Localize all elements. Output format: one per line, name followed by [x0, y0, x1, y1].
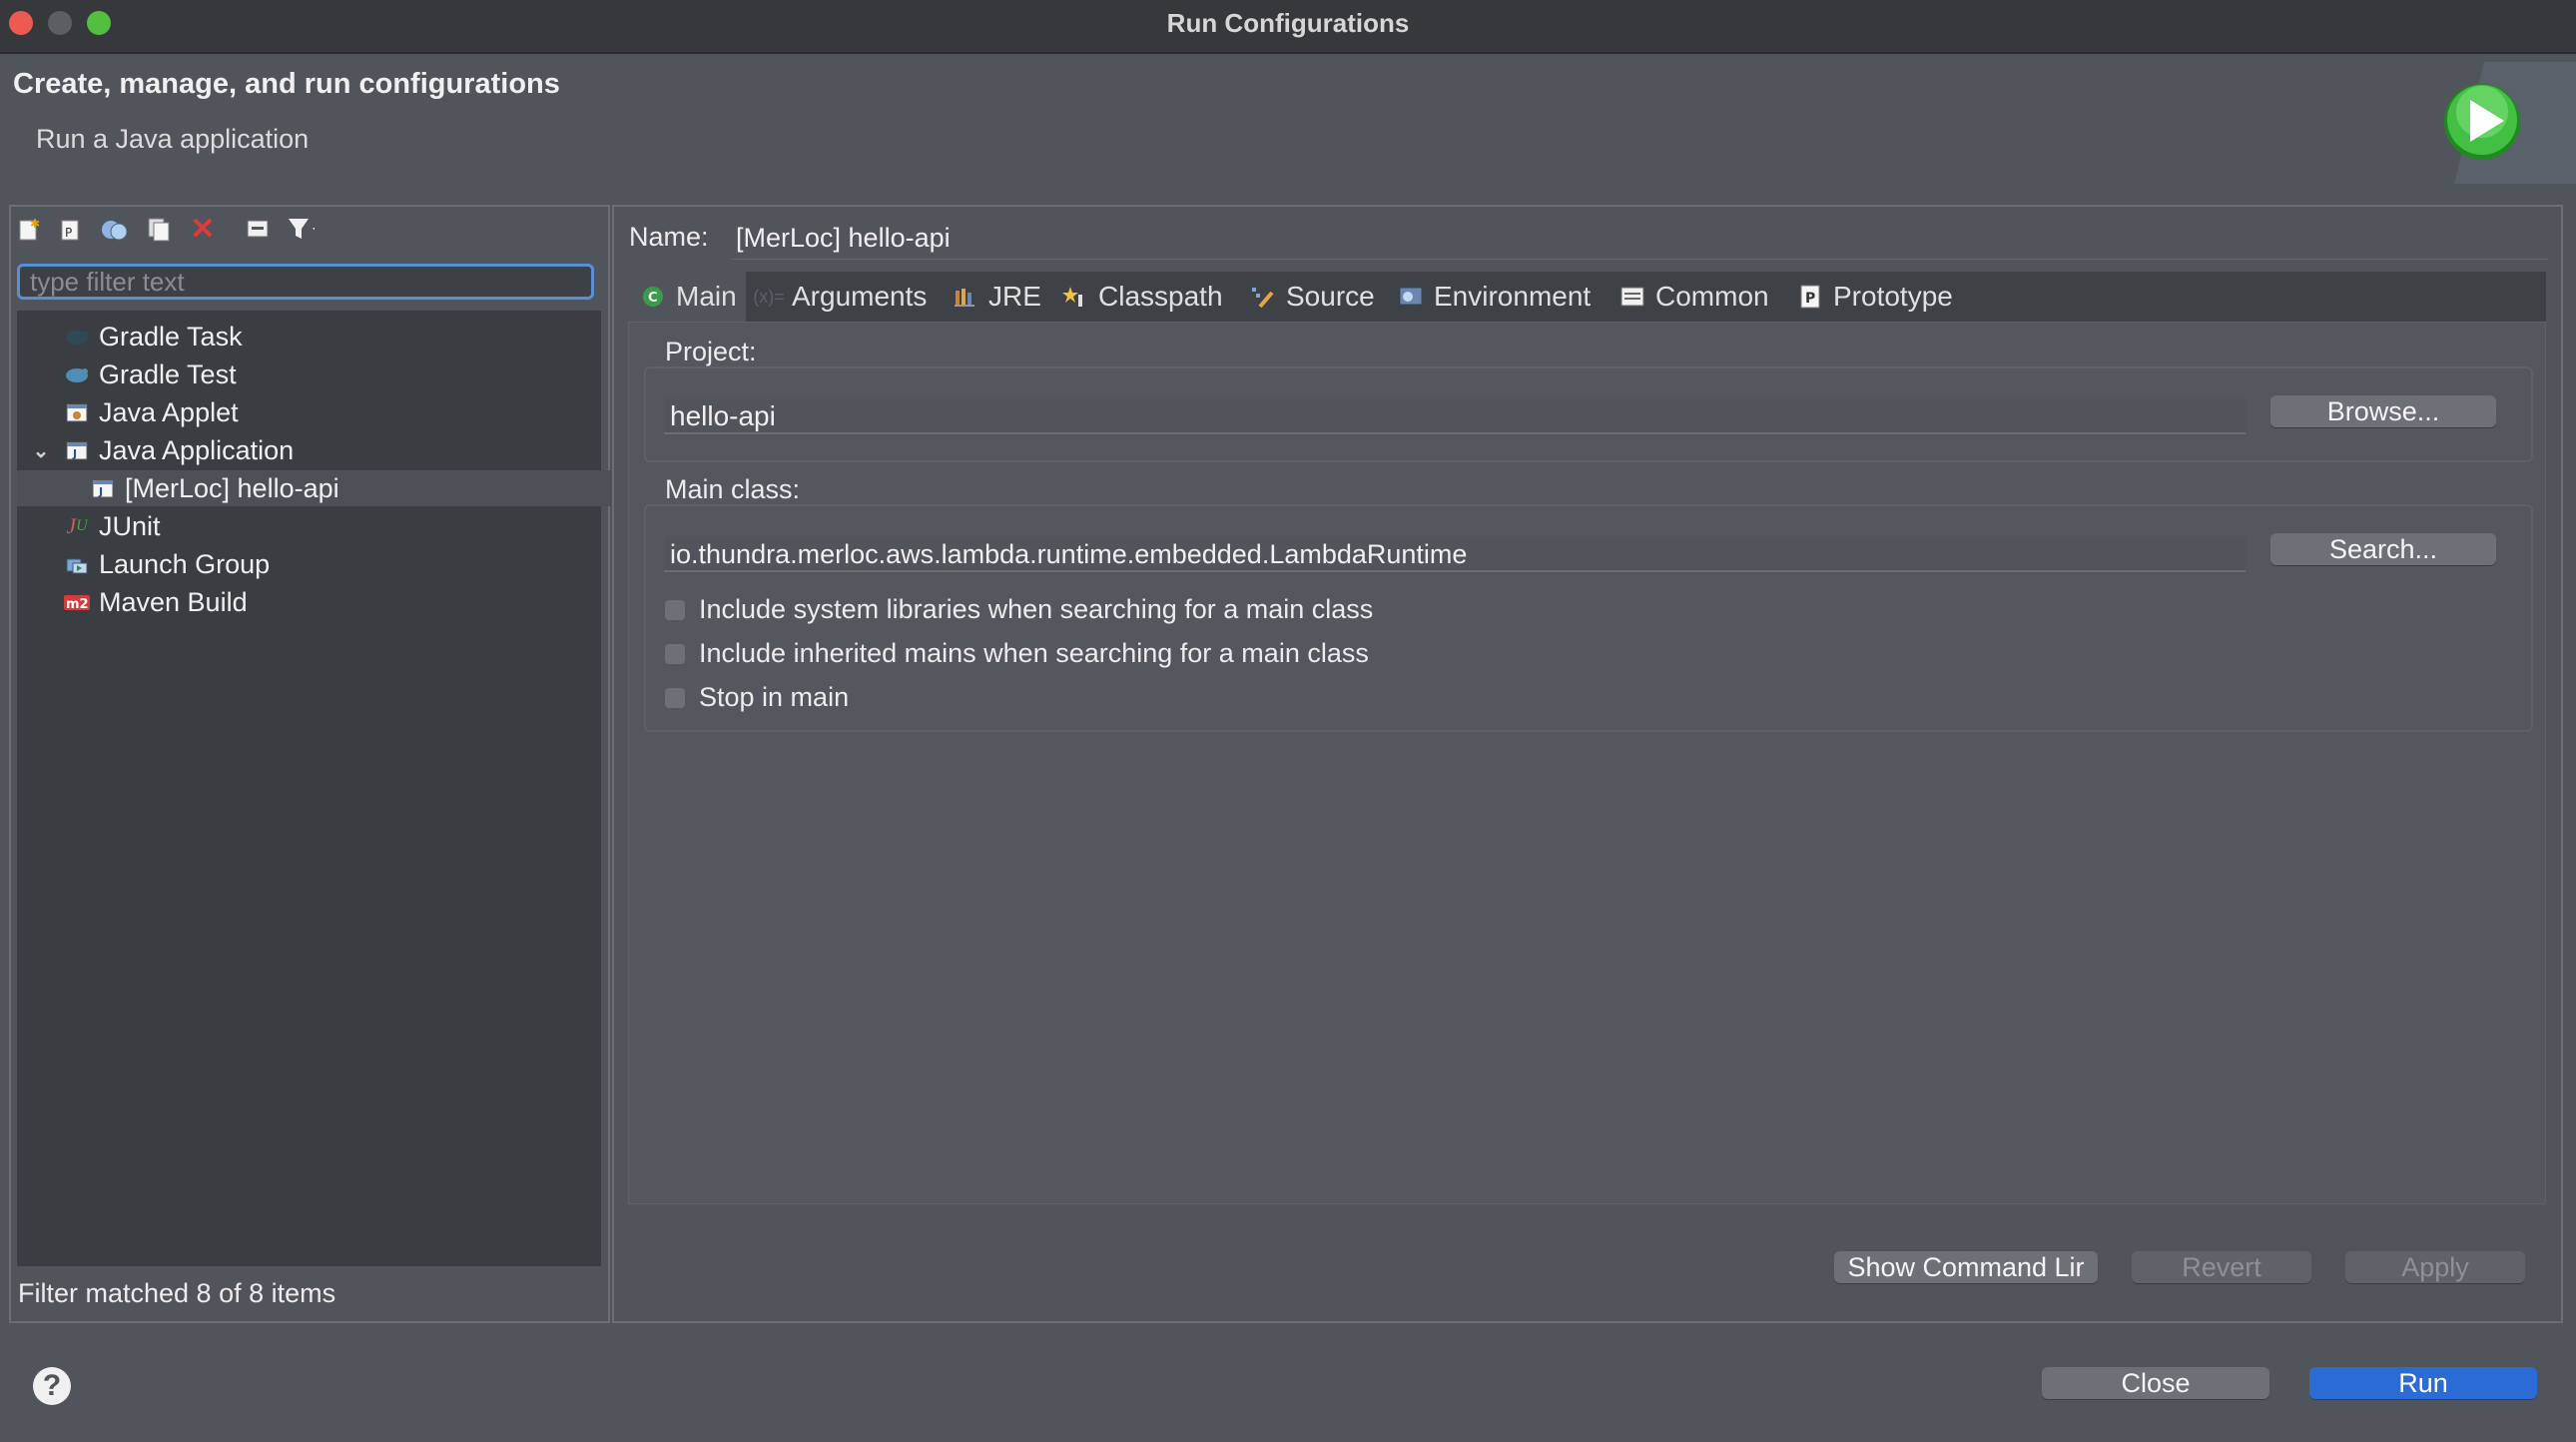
tree-item-java-application[interactable]: ⌄ J Java Application: [17, 432, 615, 468]
classpath-icon: [1062, 284, 1088, 310]
gradle-test-icon: [63, 362, 91, 386]
tab-label: Source: [1286, 281, 1375, 312]
gradle-icon: [63, 325, 91, 349]
config-list-panel: ✱ P ✕ Gradle Task Gradle Test Java: [9, 205, 673, 1323]
config-toolbar: ✱ P ✕: [11, 207, 608, 253]
arguments-icon: (x)=: [753, 286, 785, 307]
prototype-icon: P: [1797, 284, 1823, 310]
title-bar: Run Configurations: [0, 0, 2576, 54]
svg-text:P: P: [1805, 291, 1815, 307]
checkbox-include-system-libraries[interactable]: Include system libraries when searching …: [665, 594, 1373, 625]
tab-prototype[interactable]: P Prototype: [1797, 272, 1953, 322]
checkbox[interactable]: [665, 687, 685, 708]
common-icon: [1619, 284, 1645, 310]
project-label: Project:: [665, 337, 757, 366]
tab-arguments[interactable]: (x)= Arguments: [753, 272, 928, 322]
environment-icon: [1398, 284, 1424, 310]
name-label: Name:: [629, 222, 709, 252]
filter-input[interactable]: [17, 264, 594, 300]
tab-label: Environment: [1434, 281, 1592, 312]
filter-status: Filter matched 8 of 8 items: [18, 1278, 336, 1308]
svg-text:m2: m2: [66, 597, 89, 612]
tree-item-label: Gradle Test: [99, 359, 237, 389]
tab-label: Prototype: [1833, 281, 1953, 312]
tree-item-launch-group[interactable]: Launch Group: [17, 546, 647, 582]
tree-item-gradle-task[interactable]: Gradle Task: [17, 319, 647, 355]
close-button[interactable]: Close: [2042, 1367, 2269, 1399]
tree-item-label: JUnit: [99, 510, 161, 541]
tab-label: Main: [676, 281, 737, 312]
checkbox-label: Stop in main: [699, 682, 850, 712]
tree-item-label: Gradle Task: [99, 321, 243, 352]
tree-item-junit[interactable]: JU JUnit: [17, 508, 647, 544]
filter-icon[interactable]: [287, 215, 315, 243]
browse-button[interactable]: Browse...: [2270, 395, 2496, 427]
svg-text:J: J: [98, 485, 103, 498]
chevron-down-icon[interactable]: ⌄: [31, 438, 51, 462]
dialog-subtitle: Run a Java application: [36, 124, 310, 154]
checkbox[interactable]: [665, 599, 685, 620]
new-prototype-icon[interactable]: P: [57, 215, 85, 243]
tree-item-java-applet[interactable]: Java Applet: [17, 394, 647, 430]
checkbox-include-inherited-mains[interactable]: Include inherited mains when searching f…: [665, 638, 1369, 669]
tree-item-maven-build[interactable]: m2 Maven Build: [17, 584, 647, 620]
checkbox-stop-in-main[interactable]: Stop in main: [665, 682, 849, 713]
checkbox-label: Include system libraries when searching …: [699, 594, 1374, 624]
maven-icon: m2: [63, 590, 91, 614]
tab-label: JRE: [988, 281, 1041, 312]
tab-main[interactable]: C Main: [628, 272, 746, 322]
tree-item-label: [MerLoc] hello-api: [125, 472, 339, 503]
tree-item-label: Maven Build: [99, 586, 248, 617]
project-field[interactable]: hello-api: [664, 398, 2246, 434]
tree-item-label: Launch Group: [99, 548, 271, 579]
tree-item-merloc-hello-api[interactable]: J [MerLoc] hello-api: [17, 470, 673, 506]
search-button[interactable]: Search...: [2270, 533, 2496, 565]
apply-button[interactable]: Apply: [2345, 1251, 2525, 1283]
tab-label: Classpath: [1098, 281, 1223, 312]
new-config-icon[interactable]: ✱: [15, 215, 43, 243]
checkbox[interactable]: [665, 643, 685, 664]
jre-icon: [953, 284, 978, 310]
dialog-title: Create, manage, and run configurations: [13, 68, 560, 100]
tab-common[interactable]: Common: [1619, 272, 1769, 322]
tree-item-label: Java Applet: [99, 396, 239, 427]
run-button[interactable]: Run: [2309, 1367, 2537, 1399]
checkbox-label: Include inherited mains when searching f…: [699, 638, 1369, 668]
source-icon: [1250, 284, 1276, 310]
java-applet-icon: [63, 400, 91, 424]
tab-jre[interactable]: JRE: [953, 272, 1041, 322]
tree-item-gradle-test[interactable]: Gradle Test: [17, 357, 647, 392]
tab-label: Common: [1655, 281, 1769, 312]
help-icon[interactable]: ?: [33, 1367, 71, 1405]
svg-text:J: J: [72, 447, 77, 460]
launch-group-icon: [63, 552, 91, 576]
main-class-label: Main class:: [665, 474, 801, 504]
show-command-line-button[interactable]: Show Command Lir: [1834, 1251, 2098, 1283]
export-icon[interactable]: [145, 215, 173, 243]
junit-icon: JU: [66, 513, 88, 538]
tab-classpath[interactable]: Classpath: [1062, 272, 1223, 322]
config-tree: Gradle Task Gradle Test Java Applet ⌄ J …: [17, 311, 673, 1266]
tree-item-label: Java Application: [99, 434, 295, 465]
delete-icon[interactable]: ✕: [189, 213, 217, 246]
tab-environment[interactable]: Environment: [1398, 272, 1591, 322]
name-field[interactable]: [MerLoc] hello-api: [732, 217, 2548, 260]
duplicate-icon[interactable]: [101, 215, 129, 243]
window-title: Run Configurations: [1166, 8, 1410, 38]
svg-text:P: P: [65, 226, 72, 240]
java-config-icon: J: [89, 476, 117, 500]
svg-text:✱: ✱: [30, 217, 40, 231]
main-class-field[interactable]: io.thundra.merloc.aws.lambda.runtime.emb…: [664, 536, 2246, 572]
main-class-icon: C: [640, 284, 666, 310]
revert-button[interactable]: Revert: [2132, 1251, 2311, 1283]
run-icon: [2434, 62, 2576, 184]
svg-text:C: C: [648, 291, 658, 306]
tab-source[interactable]: Source: [1250, 272, 1375, 322]
collapse-all-icon[interactable]: [245, 215, 273, 243]
java-application-icon: J: [63, 438, 91, 462]
tab-bar: C Main (x)= Arguments JRE Classpath Sour…: [628, 272, 2546, 322]
tab-label: Arguments: [792, 281, 928, 312]
